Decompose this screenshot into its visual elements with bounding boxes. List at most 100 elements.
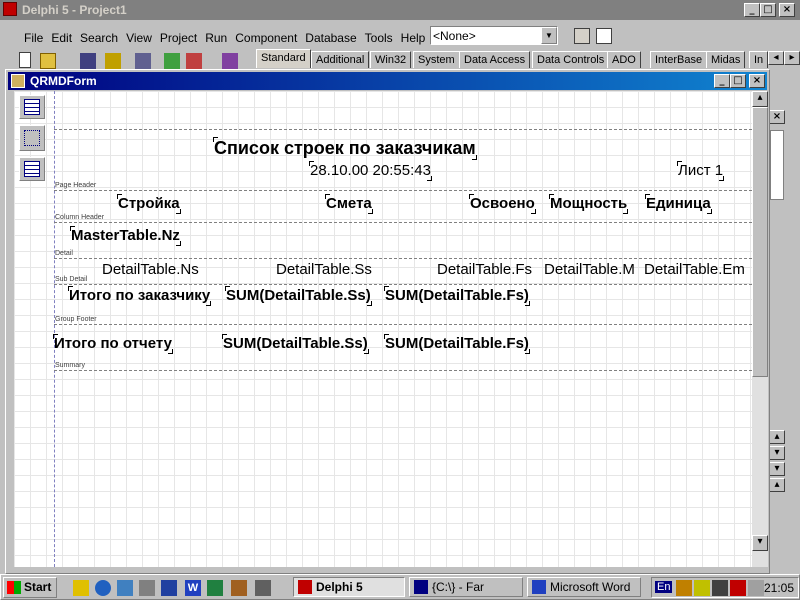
summary-sum-ss[interactable]: SUM(DetailTable.Ss) [222, 334, 369, 354]
windows-icon[interactable] [596, 28, 612, 44]
task-delphi[interactable]: Delphi 5 [293, 577, 405, 597]
column-header-stroyka[interactable]: Стройка [117, 194, 181, 214]
editor-down-icon[interactable]: ▾ [769, 446, 785, 460]
maximize-button[interactable]: □ [760, 3, 776, 17]
datetime-field[interactable]: 28.10.00 20:55:43 [309, 161, 432, 181]
tab-system[interactable]: System [413, 51, 460, 68]
chevron-down-icon[interactable]: ▼ [541, 27, 557, 44]
menu-view[interactable]: View [122, 30, 156, 48]
start-button[interactable]: Start [3, 577, 57, 598]
group-sum-fs[interactable]: SUM(DetailTable.Fs) [384, 286, 530, 306]
layout-icon[interactable] [574, 28, 590, 44]
tray-icon-3[interactable] [712, 580, 728, 596]
new-icon[interactable] [19, 52, 31, 68]
quicklaunch-channel-icon[interactable] [117, 580, 133, 596]
quicklaunch-word-icon[interactable]: W [185, 580, 201, 596]
quicklaunch-app-icon[interactable] [231, 580, 247, 596]
column-header-edinica[interactable]: Единица [645, 194, 712, 214]
tab-standard[interactable]: Standard [256, 49, 311, 68]
scroll-up-button[interactable]: ▴ [752, 91, 768, 107]
band-label: Page Header [55, 182, 97, 189]
detail-field-m[interactable]: DetailTable.M [544, 261, 642, 279]
menu-database[interactable]: Database [301, 30, 360, 48]
tab-data-access[interactable]: Data Access [459, 51, 531, 68]
form-maximize-button[interactable]: □ [730, 74, 746, 88]
palette-scroll-right[interactable]: ▸ [784, 51, 800, 65]
quicklaunch-tool-icon[interactable] [255, 580, 271, 596]
palette-scroll-left[interactable]: ◂ [768, 51, 784, 65]
menu-project[interactable]: Project [156, 30, 201, 48]
editor-up-icon[interactable]: ▴ [769, 430, 785, 444]
editor-btn-4[interactable]: ▴ [769, 478, 785, 492]
tab-data-controls[interactable]: Data Controls [532, 51, 610, 68]
form-close-button[interactable]: × [749, 74, 765, 88]
menu-file[interactable]: File [20, 30, 47, 48]
tab-midas[interactable]: Midas [706, 51, 746, 68]
open-icon[interactable] [40, 53, 56, 69]
tab-more[interactable]: In [749, 51, 768, 68]
add-file-icon[interactable] [164, 53, 180, 69]
task-word[interactable]: Microsoft Word [527, 577, 641, 597]
summary-total-label[interactable]: Итого по отчету [53, 334, 173, 354]
quicklaunch-excel-icon[interactable] [207, 580, 223, 596]
band-label: Column Header [55, 214, 105, 221]
tray-icon-5[interactable] [748, 580, 764, 596]
column-header-smeta[interactable]: Смета [325, 194, 373, 214]
help-book-icon[interactable] [222, 53, 238, 69]
clock[interactable]: 21:05 [764, 581, 794, 595]
detail-field-em[interactable]: DetailTable.Em [644, 261, 752, 279]
language-indicator[interactable]: En [655, 581, 673, 593]
editor-close-icon[interactable]: × [769, 110, 785, 124]
form-minimize-button[interactable]: _ [714, 74, 730, 88]
detail-field-fs[interactable]: DetailTable.Fs [437, 261, 541, 279]
tab-interbase[interactable]: InterBase [650, 51, 708, 68]
tray-icon-2[interactable] [694, 580, 710, 596]
close-button[interactable]: × [779, 3, 795, 17]
detail-field-ss[interactable]: DetailTable.Ss [276, 261, 380, 279]
save-icon[interactable] [80, 53, 96, 69]
tab-additional[interactable]: Additional [311, 51, 370, 68]
menu-search[interactable]: Search [76, 30, 122, 48]
summary-sum-fs[interactable]: SUM(DetailTable.Fs) [384, 334, 530, 354]
remove-file-icon[interactable] [186, 53, 202, 69]
band-label: Sub Detail [55, 276, 88, 283]
minimize-button[interactable]: _ [744, 3, 760, 17]
quicklaunch-desktop-icon[interactable] [73, 580, 89, 596]
menu-edit[interactable]: Edit [47, 30, 76, 48]
ide-title-bar: Delphi 5 - Project1 _ □ × [0, 0, 800, 20]
report-title-label[interactable]: Список строек по заказчикам [213, 137, 477, 160]
master-field-nz[interactable]: MasterTable.Nz [70, 226, 181, 246]
open-project-icon[interactable] [105, 53, 121, 69]
column-header-osvoeno[interactable]: Освоено [469, 194, 536, 214]
menu-run[interactable]: Run [201, 30, 231, 48]
tray-icon-1[interactable] [676, 580, 692, 596]
quicklaunch-book-icon[interactable] [161, 580, 177, 596]
form-icon [11, 74, 25, 88]
task-far[interactable]: {C:\} - Far [409, 577, 523, 597]
page-number-field[interactable]: Лист 1 [676, 161, 725, 181]
report-canvas[interactable]: Page Header Список строек по заказчикам … [14, 91, 752, 567]
scroll-thumb[interactable] [752, 107, 768, 377]
report-preview-button[interactable] [19, 95, 45, 119]
arrange-icon [24, 130, 40, 146]
component-combo[interactable]: <None> ▼ [430, 26, 558, 45]
report-settings-button[interactable] [19, 157, 45, 181]
quicklaunch-ie-icon[interactable] [95, 580, 111, 596]
group-total-label[interactable]: Итого по заказчику [67, 286, 212, 306]
menu-help[interactable]: Help [397, 30, 430, 48]
menu-tools[interactable]: Tools [361, 30, 397, 48]
band-label: Group Footer [55, 316, 97, 323]
column-header-moshchnost[interactable]: Мощность [548, 194, 629, 214]
menu-component[interactable]: Component [231, 30, 301, 48]
tab-ado[interactable]: ADO [607, 51, 641, 68]
report-options-button[interactable] [19, 125, 45, 151]
detail-field-ns[interactable]: DetailTable.Ns [102, 261, 206, 279]
group-sum-ss[interactable]: SUM(DetailTable.Ss) [225, 286, 372, 306]
scroll-down-button[interactable]: ▾ [752, 535, 768, 551]
tab-win32[interactable]: Win32 [370, 51, 412, 68]
tray-icon-4[interactable] [730, 580, 746, 596]
editor-btn-3[interactable]: ▾ [769, 462, 785, 476]
quicklaunch-outlook-icon[interactable] [139, 580, 155, 596]
vertical-scrollbar[interactable]: ▴ ▾ [752, 91, 768, 567]
save-all-icon[interactable] [135, 53, 151, 69]
